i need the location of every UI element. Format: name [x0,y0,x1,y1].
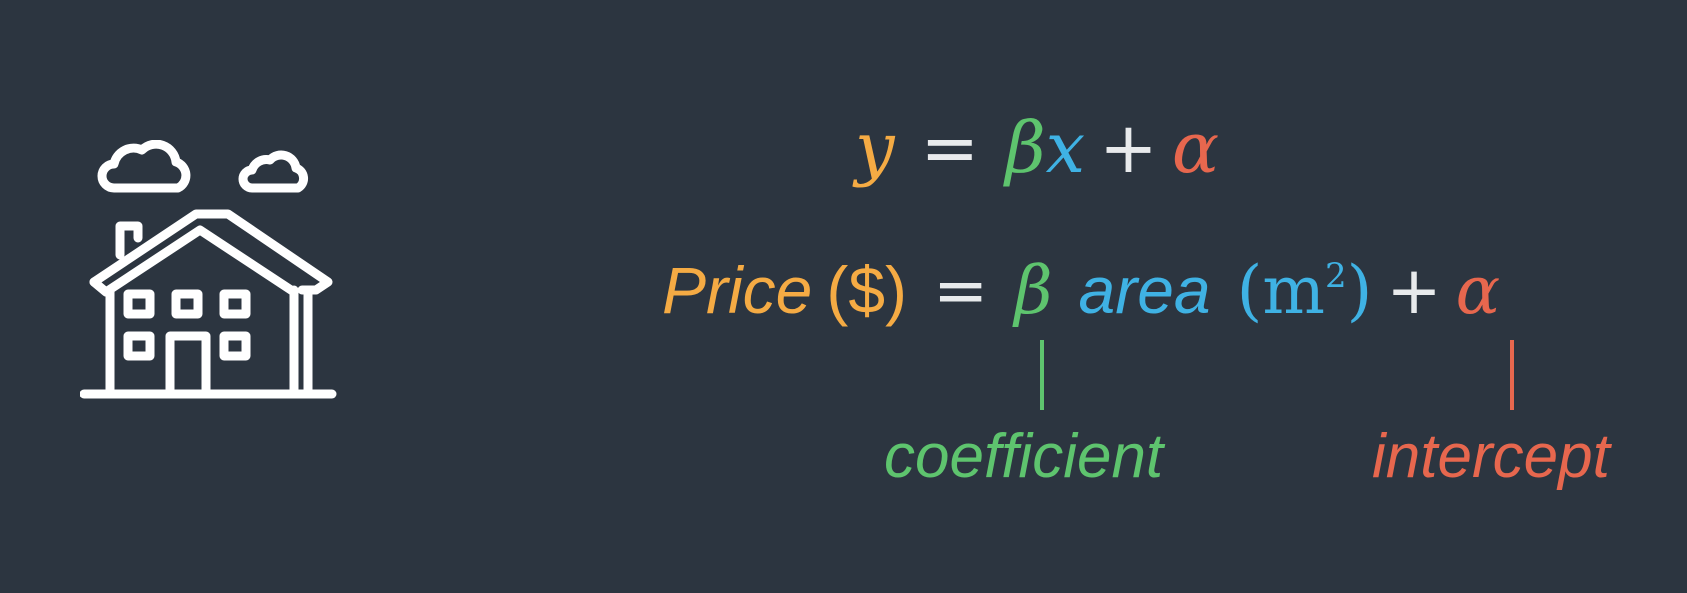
intercept-label: intercept [1372,422,1610,491]
alpha-intercept: α [1455,252,1501,329]
slide: y = βx + α Price ($) = β area (m2) + α coefficient … [0,0,1687,593]
price-label: Price [662,253,813,327]
beta-coefficient: β [1005,107,1046,189]
equals-sign: = [933,252,989,329]
coefficient-pointer-line [1040,340,1044,410]
plus-sign: + [1386,252,1442,329]
cloud-right-icon [238,150,308,193]
price-equation: Price ($) = β area (m2) + α [662,250,1500,332]
general-equation: y = βx + α [855,108,1219,190]
intercept-pointer-line [1510,340,1514,410]
dependent-variable-y: y [855,107,895,189]
plus-sign: + [1099,107,1158,189]
beta-coefficient: β [1014,252,1053,329]
currency-label: ($) [826,253,908,327]
equals-sign: = [920,107,980,189]
area-label: area [1078,253,1211,327]
coefficient-label: coefficient [884,422,1164,491]
independent-variable-x: x [1045,107,1086,189]
area-unit: (m2) [1236,252,1373,329]
cloud-left-icon [97,140,191,193]
house-with-clouds-icon [80,140,337,399]
alpha-intercept: α [1171,107,1220,189]
